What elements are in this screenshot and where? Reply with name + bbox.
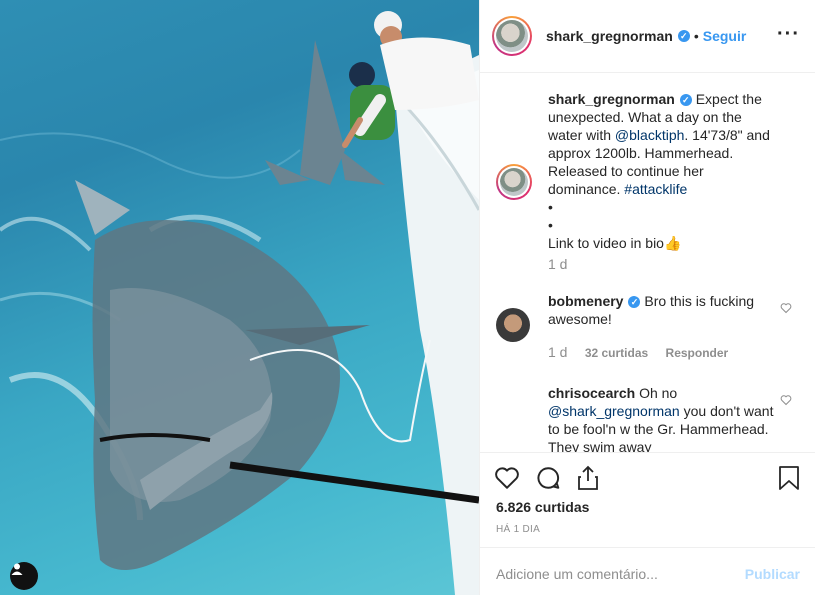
bookmark-icon[interactable] [778,465,800,491]
verified-badge-icon: ✓ [677,30,690,42]
caption-username[interactable]: shark_gregnorman [548,91,675,107]
comment-age[interactable]: 1 d [548,344,567,360]
post-photo[interactable] [0,0,479,595]
post-actions: 6.826 curtidas HÁ 1 DIA [480,452,815,547]
comment-text: bobmenery ✓ Bro this is fucking awesome! [548,293,755,327]
comment-username[interactable]: bobmenery [548,293,623,309]
comment-meta: 1 d 32 curtidas Responder [548,344,742,360]
publish-button[interactable]: Publicar [745,566,800,582]
post-sidebar: shark_gregnorman ✓ • Seguir ··· shark_gr… [479,0,815,595]
add-comment-bar: Adicione um comentário... Publicar [480,547,815,595]
like-comment-heart-icon[interactable] [780,394,792,406]
comment-bubble-icon[interactable] [535,465,561,491]
tagged-users-icon[interactable] [10,562,38,590]
hashtag-link[interactable]: #attacklife [624,181,687,197]
mention-link[interactable]: @shark_gregnorman [548,403,680,419]
verified-badge-icon: ✓ [679,94,692,107]
thumbs-up-emoji: 👍 [663,235,682,251]
comments-list[interactable]: shark_gregnorman ✓ Expect the unexpected.… [480,74,815,452]
commenter-avatar[interactable] [496,308,530,342]
comment-likes[interactable]: 32 curtidas [585,346,648,360]
mention-link[interactable]: @blacktiph [615,127,684,143]
author-username[interactable]: shark_gregnorman [546,28,673,44]
follow-button[interactable]: Seguir [703,28,747,44]
caption-age[interactable]: 1 d [548,256,567,272]
separator-dot: • [693,28,699,44]
comment-username[interactable]: chrisocearch [548,385,635,401]
reply-button[interactable]: Responder [666,346,729,360]
post-header: shark_gregnorman ✓ • Seguir ··· [480,0,815,73]
post-timestamp[interactable]: HÁ 1 DIA [496,524,540,535]
comment-input[interactable]: Adicione um comentário... [496,566,658,582]
likes-count[interactable]: 6.826 curtidas [496,499,589,515]
like-heart-icon[interactable] [494,465,520,491]
comment-text: chrisocearch Oh no @shark_gregnorman you… [548,385,774,452]
person-icon [11,563,23,575]
verified-badge-icon: ✓ [628,296,641,309]
more-options-icon[interactable]: ··· [777,24,800,44]
caption-meta: 1 d [548,256,581,272]
author-avatar[interactable] [492,16,532,56]
shark-photo-illustration [0,11,479,595]
share-icon[interactable] [576,465,600,491]
caption-author-avatar[interactable] [496,164,532,200]
like-comment-heart-icon[interactable] [780,302,792,314]
caption-text: shark_gregnorman ✓ Expect the unexpected.… [548,91,770,251]
